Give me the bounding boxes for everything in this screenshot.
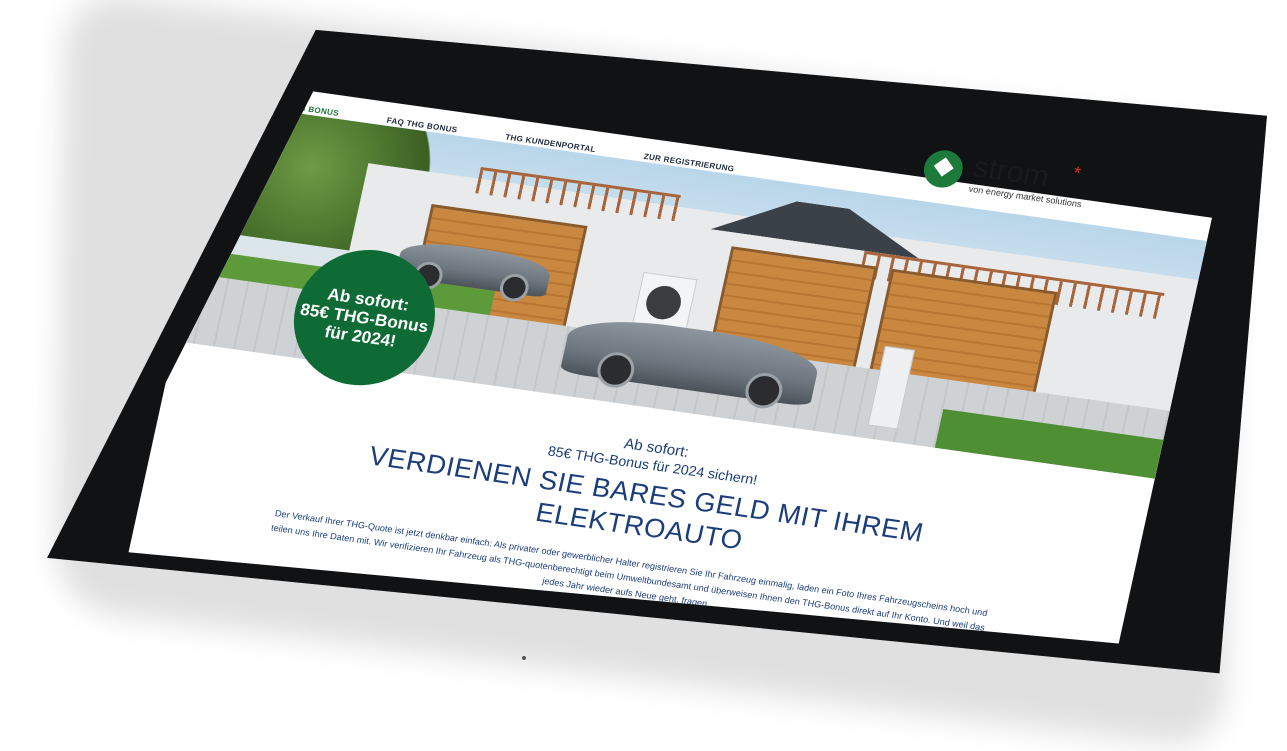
logo-mark-icon bbox=[920, 147, 967, 191]
camera-dot bbox=[522, 656, 526, 660]
tablet-screen: THG BONUS FAQ THG BONUS THG KUNDENPORTAL… bbox=[82, 44, 1250, 651]
tablet-device: THG BONUS FAQ THG BONUS THG KUNDENPORTAL… bbox=[22, 20, 1272, 680]
website-page: THG BONUS FAQ THG BONUS THG KUNDENPORTAL… bbox=[112, 80, 1213, 651]
logo-star: * bbox=[1071, 162, 1083, 183]
